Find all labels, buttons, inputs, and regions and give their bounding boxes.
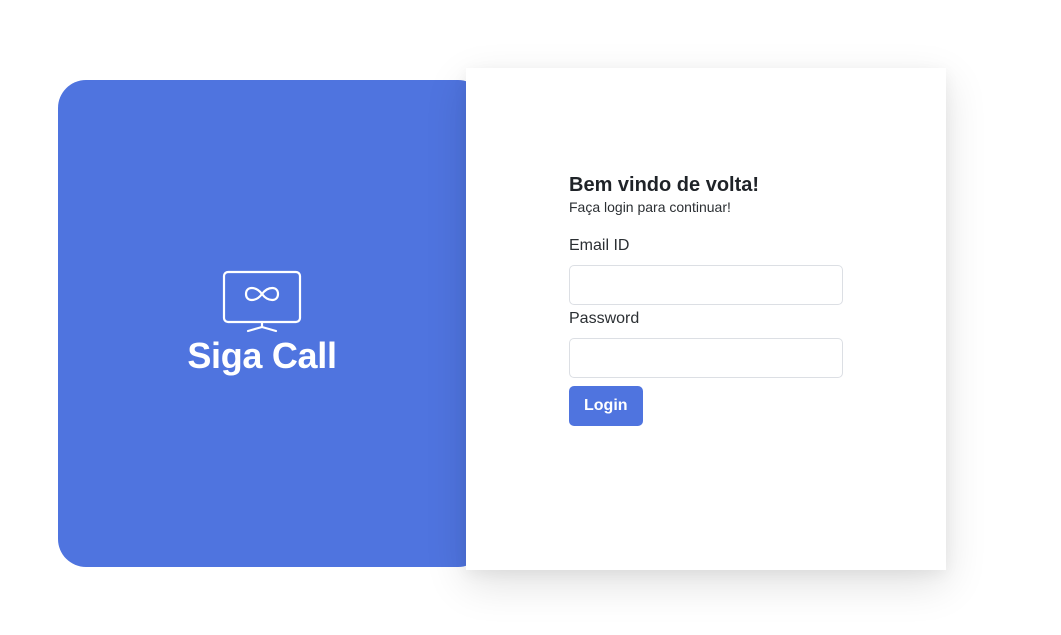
- login-form: Bem vindo de volta! Faça login para cont…: [569, 172, 843, 426]
- login-card: Bem vindo de volta! Faça login para cont…: [466, 68, 946, 570]
- brand-panel: Siga Call: [58, 80, 486, 567]
- password-field[interactable]: [569, 338, 843, 378]
- brand-name: Siga Call: [187, 335, 337, 376]
- password-label: Password: [569, 310, 640, 327]
- brand: Siga Call: [58, 270, 466, 377]
- infinity-monitor-icon: [222, 270, 302, 333]
- page-subtitle: Faça login para continuar!: [569, 199, 731, 215]
- page-title: Bem vindo de volta!: [569, 174, 760, 196]
- email-label: Email ID: [569, 237, 630, 254]
- email-field[interactable]: [569, 265, 843, 305]
- login-button[interactable]: Login: [569, 386, 643, 426]
- login-page: Siga Call Bem vindo de volta! Faça login…: [0, 0, 1061, 635]
